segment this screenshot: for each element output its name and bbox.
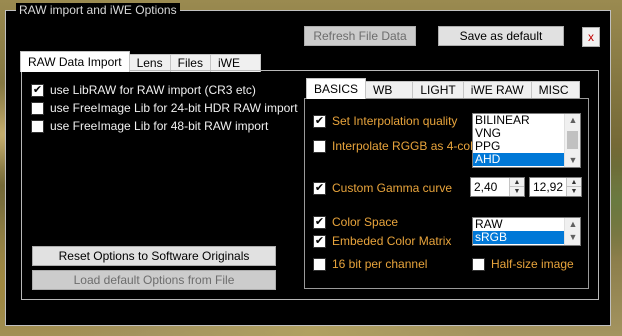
- interpolation-scrollbar[interactable]: ▲ ▼: [564, 114, 580, 167]
- scroll-up-icon[interactable]: ▲: [565, 218, 580, 232]
- freeimage-48-label: use FreeImage Lib for 48-bit RAW import: [50, 119, 269, 133]
- option-freeimage-24[interactable]: use FreeImage Lib for 24-bit HDR RAW imp…: [31, 101, 298, 115]
- option-half-size[interactable]: Half-size image: [472, 257, 574, 271]
- 16bit-checkbox[interactable]: [313, 257, 326, 271]
- main-tab-strip: RAW Data Import Lens Files iWE: [20, 51, 261, 72]
- color-space-checkbox[interactable]: ✔: [313, 215, 326, 229]
- window-title: RAW import and iWE Options: [16, 3, 180, 17]
- scroll-thumb[interactable]: [567, 131, 578, 149]
- option-interpolation-quality[interactable]: ✔ Set Interpolation quality: [313, 114, 457, 128]
- gamma-power-stepper[interactable]: 2,40 ▲ ▼: [470, 177, 525, 197]
- load-default-options-button[interactable]: Load default Options from File: [32, 270, 276, 290]
- interpolate-rggb-label: Interpolate RGGB as 4-colors: [332, 139, 490, 153]
- gamma-slope-stepper[interactable]: 12,92 ▲ ▼: [529, 177, 582, 197]
- color-space-scrollbar[interactable]: ▲ ▼: [564, 218, 580, 245]
- tab-iwe-raw[interactable]: iWE RAW: [462, 81, 532, 99]
- color-space-label: Color Space: [332, 215, 399, 229]
- half-size-checkbox[interactable]: [472, 257, 485, 271]
- half-size-label: Half-size image: [491, 257, 574, 271]
- scroll-down-icon[interactable]: ▼: [565, 154, 580, 167]
- close-button[interactable]: x: [582, 27, 600, 47]
- save-as-default-button[interactable]: Save as default: [438, 26, 564, 46]
- gamma-slope-value[interactable]: 12,92: [533, 180, 563, 194]
- interpolate-rggb-checkbox[interactable]: [313, 139, 326, 153]
- custom-gamma-checkbox[interactable]: ✔: [313, 181, 326, 195]
- custom-gamma-label: Custom Gamma curve: [332, 181, 453, 195]
- embedded-matrix-label: Embeded Color Matrix: [332, 234, 452, 248]
- interpolation-quality-checkbox[interactable]: ✔: [313, 114, 326, 128]
- freeimage-24-checkbox[interactable]: [31, 101, 44, 115]
- gamma-power-value[interactable]: 2,40: [474, 180, 497, 194]
- 16bit-label: 16 bit per channel: [332, 257, 428, 271]
- option-freeimage-48[interactable]: use FreeImage Lib for 48-bit RAW import: [31, 119, 268, 133]
- freeimage-24-label: use FreeImage Lib for 24-bit HDR RAW imp…: [50, 101, 298, 115]
- refresh-file-data-button[interactable]: Refresh File Data: [304, 26, 416, 46]
- spin-down-icon[interactable]: ▼: [567, 187, 581, 196]
- tab-basics[interactable]: BASICS: [306, 78, 367, 99]
- color-space-listbox[interactable]: RAW sRGB ▲ ▼: [472, 217, 581, 246]
- list-item-selected[interactable]: AHD: [473, 153, 564, 166]
- reset-options-button[interactable]: Reset Options to Software Originals: [32, 246, 276, 266]
- embedded-matrix-checkbox[interactable]: ✔: [313, 234, 326, 248]
- freeimage-48-checkbox[interactable]: [31, 119, 44, 133]
- spin-up-icon[interactable]: ▲: [567, 178, 581, 187]
- options-window: RAW import and iWE Options Refresh File …: [5, 3, 611, 326]
- gamma-slope-spin-buttons[interactable]: ▲ ▼: [566, 178, 581, 196]
- option-interpolate-rggb[interactable]: Interpolate RGGB as 4-colors: [313, 139, 489, 153]
- sub-tab-strip: BASICS WB LIGHT iWE RAW MISC: [306, 78, 580, 99]
- tab-light[interactable]: LIGHT: [412, 81, 464, 99]
- tab-misc[interactable]: MISC: [530, 81, 580, 99]
- spin-up-icon[interactable]: ▲: [510, 178, 524, 187]
- tab-raw-data-import[interactable]: RAW Data Import: [20, 51, 130, 72]
- libraw-checkbox[interactable]: ✔: [31, 83, 44, 97]
- scroll-down-icon[interactable]: ▼: [565, 231, 580, 245]
- option-16bit[interactable]: 16 bit per channel: [313, 257, 427, 271]
- list-item-selected[interactable]: sRGB: [473, 231, 564, 244]
- option-libraw[interactable]: ✔ use LibRAW for RAW import (CR3 etc): [31, 83, 256, 97]
- option-embedded-matrix[interactable]: ✔ Embeded Color Matrix: [313, 234, 451, 248]
- interpolation-listbox[interactable]: BILINEAR VNG PPG AHD ▲ ▼: [472, 113, 581, 168]
- option-color-space[interactable]: ✔ Color Space: [313, 215, 398, 229]
- tab-wb[interactable]: WB: [365, 81, 414, 99]
- option-custom-gamma[interactable]: ✔ Custom Gamma curve: [313, 181, 452, 195]
- libraw-label: use LibRAW for RAW import (CR3 etc): [50, 83, 256, 97]
- scroll-up-icon[interactable]: ▲: [565, 114, 580, 127]
- interpolation-quality-label: Set Interpolation quality: [332, 114, 458, 128]
- spin-down-icon[interactable]: ▼: [510, 187, 524, 196]
- gamma-power-spin-buttons[interactable]: ▲ ▼: [509, 178, 524, 196]
